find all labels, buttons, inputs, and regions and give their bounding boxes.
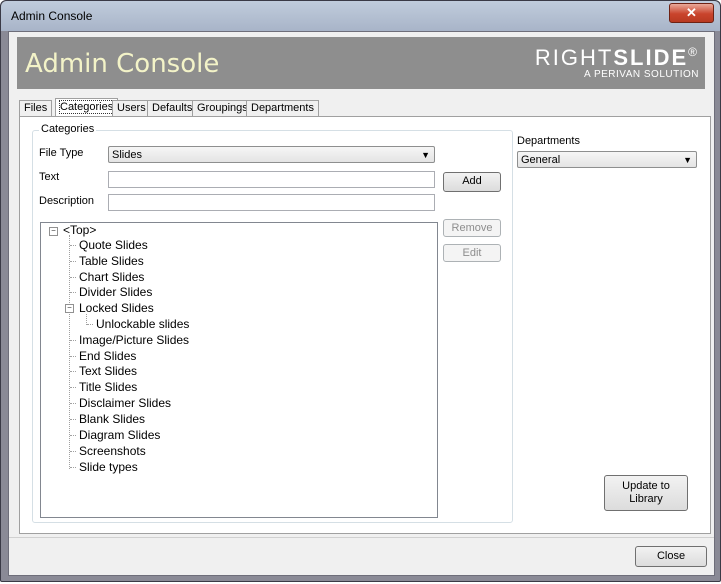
description-label: Description xyxy=(39,195,95,207)
close-button[interactable]: Close xyxy=(635,546,707,567)
chevron-down-icon: ▼ xyxy=(421,150,430,160)
tab-departments[interactable]: Departments xyxy=(246,100,319,116)
tree-line xyxy=(70,371,76,372)
tab-groupings[interactable]: Groupings xyxy=(192,100,253,116)
tree-line xyxy=(87,324,93,325)
update-to-library-button[interactable]: Update to Library xyxy=(604,475,688,511)
tree-node[interactable]: Chart Slides xyxy=(79,270,144,284)
footer-divider xyxy=(9,537,714,538)
tab-defaults[interactable]: Defaults xyxy=(147,100,198,116)
tree-line xyxy=(70,467,76,468)
client-area: Admin Console RIGHTSLIDE® A PERIVAN SOLU… xyxy=(8,31,715,576)
tree-node[interactable]: Image/Picture Slides xyxy=(79,333,189,347)
tree-node-root[interactable]: <Top> xyxy=(63,223,96,237)
tree-line xyxy=(70,340,76,341)
collapse-icon[interactable]: − xyxy=(49,227,58,236)
text-label: Text xyxy=(39,171,60,183)
logo-bold: SLIDE xyxy=(613,45,689,70)
categories-groupbox: Categories File Type Slides ▼ Text Descr… xyxy=(32,123,513,523)
tree-line xyxy=(70,419,76,420)
admin-console-window: Admin Console ✕ Admin Console RIGHTSLIDE… xyxy=(0,0,721,582)
tree-node[interactable]: Quote Slides xyxy=(79,238,148,252)
categories-group-title: Categories xyxy=(39,123,97,135)
description-input[interactable] xyxy=(108,194,435,211)
tree-node[interactable]: Divider Slides xyxy=(79,285,152,299)
title-bar: Admin Console ✕ xyxy=(1,1,720,31)
remove-button[interactable]: Remove xyxy=(443,219,501,237)
edit-button[interactable]: Edit xyxy=(443,244,501,262)
tree-node[interactable]: Table Slides xyxy=(79,254,144,268)
tab-users[interactable]: Users xyxy=(112,100,151,116)
tree-line xyxy=(70,292,76,293)
window-close-icon[interactable]: ✕ xyxy=(669,3,714,23)
window-title: Admin Console xyxy=(11,9,93,23)
tree-line xyxy=(70,245,76,246)
tree-node[interactable]: Text Slides xyxy=(79,364,137,378)
file-type-label: File Type xyxy=(39,147,84,159)
tree-line xyxy=(70,387,76,388)
tree-line xyxy=(70,261,76,262)
tree-line xyxy=(70,403,76,404)
file-type-select[interactable]: Slides ▼ xyxy=(108,146,435,163)
category-tree[interactable]: − <Top> Quote Slides Table Slides Chart … xyxy=(40,222,438,518)
tree-node[interactable]: Locked Slides xyxy=(79,301,154,315)
departments-select[interactable]: General ▼ xyxy=(517,151,697,168)
chevron-down-icon: ▼ xyxy=(683,155,692,165)
add-button[interactable]: Add xyxy=(443,172,501,192)
tree-line xyxy=(70,356,76,357)
tree-node[interactable]: End Slides xyxy=(79,349,136,363)
tree-line xyxy=(70,435,76,436)
tree-node[interactable]: Slide types xyxy=(79,460,138,474)
categories-tab-page: Categories File Type Slides ▼ Text Descr… xyxy=(19,116,711,534)
rightslide-logo: RIGHTSLIDE® A PERIVAN SOLUTION xyxy=(535,45,699,80)
tree-node[interactable]: Screenshots xyxy=(79,444,146,458)
tree-node[interactable]: Disclaimer Slides xyxy=(79,396,171,410)
departments-label: Departments xyxy=(517,135,580,147)
banner-title: Admin Console xyxy=(25,49,220,79)
tree-node[interactable]: Title Slides xyxy=(79,380,137,394)
collapse-icon[interactable]: − xyxy=(65,304,74,313)
tree-node[interactable]: Blank Slides xyxy=(79,412,145,426)
tab-categories[interactable]: Categories xyxy=(55,98,119,117)
tree-node[interactable]: Unlockable slides xyxy=(96,317,189,331)
tab-files[interactable]: Files xyxy=(19,100,53,116)
tree-node[interactable]: Diagram Slides xyxy=(79,428,160,442)
header-banner: Admin Console RIGHTSLIDE® A PERIVAN SOLU… xyxy=(17,37,705,89)
tree-line xyxy=(70,277,76,278)
logo-reg: ® xyxy=(688,45,699,59)
tree-line xyxy=(70,451,76,452)
text-input[interactable] xyxy=(108,171,435,188)
logo-light: RIGHT xyxy=(534,45,614,70)
tree-line xyxy=(69,235,70,469)
